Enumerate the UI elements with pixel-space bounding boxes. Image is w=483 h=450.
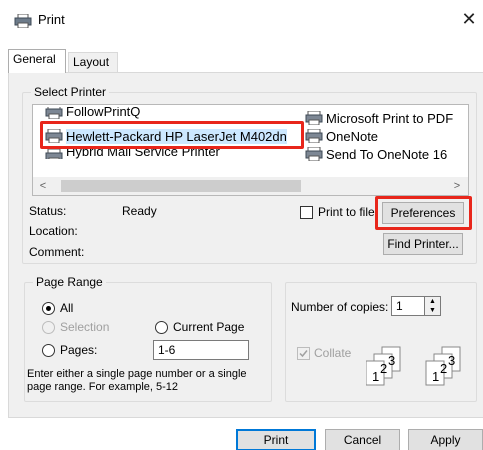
title-bar: Print ✕ — [0, 0, 483, 40]
printer-name: FollowPrintQ — [66, 107, 141, 119]
all-radio[interactable] — [42, 302, 55, 315]
printer-icon — [305, 111, 323, 125]
close-icon: ✕ — [461, 9, 477, 29]
scroll-left-icon[interactable]: < — [35, 178, 51, 194]
tab-general[interactable]: General — [8, 49, 66, 73]
collate-page-number: 2 — [380, 361, 387, 376]
printer-icon — [305, 147, 323, 161]
print-to-file-checkbox[interactable] — [300, 206, 313, 219]
selection-label[interactable]: Selection — [60, 320, 109, 334]
collate-stack-1: 1 2 3 — [366, 346, 401, 386]
printer-icon — [305, 129, 323, 143]
page-range-label: Page Range — [33, 275, 106, 289]
printer-icon — [14, 14, 32, 28]
apply-button[interactable]: Apply — [408, 429, 483, 450]
close-button[interactable]: ✕ — [456, 6, 482, 32]
collate-page-number: 1 — [432, 369, 439, 384]
window-title: Print — [38, 12, 65, 27]
find-printer-button[interactable]: Find Printer... — [383, 233, 463, 255]
tab-layout[interactable]: Layout — [68, 52, 118, 72]
copies-spinner[interactable]: ▲ ▼ — [425, 296, 441, 316]
collate-page-number: 3 — [448, 353, 455, 368]
select-printer-label: Select Printer — [31, 85, 110, 99]
printer-icon — [45, 149, 63, 159]
printer-item-microsoft-pdf[interactable]: Microsoft Print to PDF — [305, 109, 453, 127]
checkmark-icon — [299, 350, 308, 358]
spinner-down-icon[interactable]: ▼ — [425, 306, 440, 315]
status-label: Status: — [29, 204, 67, 218]
current-page-label[interactable]: Current Page — [173, 320, 244, 334]
all-label[interactable]: All — [60, 301, 73, 315]
printer-name: Send To OneNote 16 — [326, 146, 448, 162]
printer-list[interactable]: FollowPrintQ Hewlett-Packard HP LaserJet… — [32, 104, 469, 196]
comment-label: Comment: — [29, 245, 85, 259]
pages-radio[interactable] — [42, 344, 55, 357]
tab-general-label: General — [13, 52, 56, 66]
printer-list-scrollbar[interactable]: < > — [33, 177, 468, 195]
tab-layout-label: Layout — [73, 55, 110, 69]
collate-checkbox[interactable] — [297, 347, 310, 360]
cancel-button[interactable]: Cancel — [325, 429, 400, 450]
copies-input[interactable]: 1 — [391, 296, 425, 316]
pages-label[interactable]: Pages: — [60, 343, 97, 357]
selected-printer-highlight — [40, 121, 304, 149]
selection-radio[interactable] — [42, 321, 55, 334]
print-to-file-label[interactable]: Print to file — [318, 205, 375, 219]
printer-name: Microsoft Print to PDF — [326, 110, 454, 126]
current-page-radio[interactable] — [155, 321, 168, 334]
spinner-up-icon[interactable]: ▲ — [425, 297, 440, 306]
collate-illustration: 1 2 3 1 2 3 — [366, 346, 461, 386]
collate-page-number: 3 — [388, 353, 395, 368]
printer-icon — [45, 107, 63, 119]
printer-item-send-to-onenote[interactable]: Send To OneNote 16 — [305, 145, 447, 163]
printer-item-onenote[interactable]: OneNote — [305, 127, 378, 145]
collate-page-number: 1 — [372, 369, 379, 384]
printer-name: Hybrid Mail Service Printer — [66, 149, 220, 159]
page-range-hint-line2: page range. For example, 5-12 — [27, 381, 179, 393]
printer-name: OneNote — [326, 128, 379, 144]
collate-label: Collate — [314, 346, 352, 360]
pages-input[interactable]: 1-6 — [153, 340, 249, 360]
page-range-hint-line1: Enter either a single page number or a s… — [27, 368, 247, 380]
print-button[interactable]: Print — [236, 429, 316, 450]
collate-stack-2: 1 2 3 — [425, 346, 461, 386]
location-label: Location: — [29, 224, 78, 238]
printer-item-followprintq[interactable]: FollowPrintQ — [45, 107, 140, 119]
printer-item-hybrid-mail[interactable]: Hybrid Mail Service Printer — [45, 149, 220, 159]
scroll-right-icon[interactable]: > — [449, 178, 465, 194]
preferences-button[interactable]: Preferences — [382, 202, 464, 224]
collate-page-number: 2 — [440, 361, 447, 376]
number-of-copies-label: Number of copies: — [291, 300, 389, 314]
status-value: Ready — [122, 204, 157, 218]
scrollbar-thumb[interactable] — [61, 180, 301, 192]
